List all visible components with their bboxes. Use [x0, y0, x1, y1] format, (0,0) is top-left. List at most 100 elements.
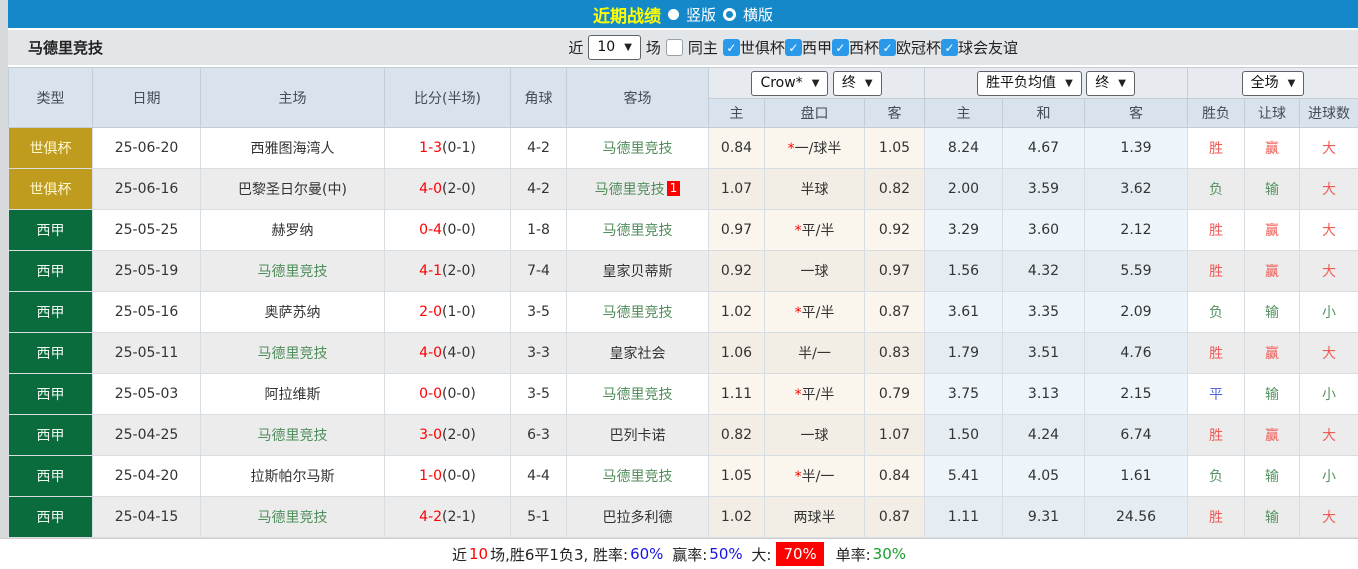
- header-avg-home: 主: [924, 98, 1003, 128]
- match-date: 25-06-16: [92, 168, 201, 210]
- header-score: 比分(半场): [384, 67, 511, 128]
- avg-home-odds: 2.00: [924, 168, 1003, 210]
- fulltime-score: 4-0: [419, 181, 443, 197]
- match-row: 世俱杯 25-06-20 西雅图海湾人 1-3(0-1) 4-2 马德里竞技 0.84 *一/…: [8, 127, 1358, 169]
- match-date: 25-05-11: [92, 332, 201, 374]
- avg-draw-odds: 4.32: [1002, 250, 1085, 292]
- avg-type-select[interactable]: 胜平负均值 ▼: [977, 70, 1082, 96]
- match-result: 胜: [1187, 127, 1245, 169]
- handicap-result: 赢: [1244, 127, 1300, 169]
- handicap-result: 赢: [1244, 414, 1300, 456]
- handicap-away-odds: 1.07: [864, 414, 925, 456]
- radio-horizontal-label[interactable]: 横版: [743, 4, 773, 25]
- match-date: 25-04-15: [92, 496, 201, 538]
- avg-draw-odds: 3.51: [1002, 332, 1085, 374]
- avg-time-select[interactable]: 终 ▼: [1086, 70, 1135, 96]
- home-team: 拉斯帕尔马斯: [200, 455, 385, 497]
- fulltime-score: 4-1: [419, 263, 443, 279]
- score-cell: 3-0(2-0): [384, 414, 511, 456]
- same-home-label: 同主: [687, 39, 718, 57]
- match-row: 西甲 25-05-11 马德里竞技 4-0(4-0) 3-3 皇家社会 1.06 半/一 0.8…: [8, 332, 1358, 374]
- avg-home-odds: 1.79: [924, 332, 1003, 374]
- avg-select-cell: 胜平负均值 ▼ 终 ▼: [924, 67, 1188, 99]
- match-row: 西甲 25-04-15 马德里竞技 4-2(2-1) 5-1 巴拉多利德 1.02 两球半 0.…: [8, 496, 1358, 538]
- competition-item: ✓ 欧冠杯: [878, 37, 941, 58]
- odds-company-select[interactable]: Crow* ▼: [751, 70, 829, 96]
- handicap-home-odds: 0.97: [708, 209, 765, 251]
- fulltime-score: 4-2: [419, 509, 443, 525]
- chevron-down-icon: ▼: [811, 77, 820, 89]
- filter-bar: 马德里竞技 近 10 ▼ 场 同主 ✓ 世俱杯 ✓ 西甲 ✓ 西杯 ✓ 欧冠杯 ✓ 球会友谊: [8, 30, 1358, 65]
- summary-bar: 近 10 场,胜6平1负3, 胜率: 60% 赢率: 50% 大: 70% 单率: 30%: [0, 538, 1358, 569]
- competition-type-badge: 西甲: [8, 496, 93, 538]
- goals-result: 小: [1299, 373, 1358, 415]
- match-row: 西甲 25-05-03 阿拉维斯 0-0(0-0) 3-5 马德里竞技 1.11 *平/半 0.…: [8, 373, 1358, 415]
- match-count-select[interactable]: 10 ▼: [588, 35, 641, 60]
- handicap-away-odds: 0.92: [864, 209, 925, 251]
- competition-type-badge: 世俱杯: [8, 127, 93, 169]
- home-team: 西雅图海湾人: [200, 127, 385, 169]
- radio-horizontal-layout[interactable]: [723, 7, 736, 21]
- home-team: 马德里竞技: [200, 250, 385, 292]
- match-result: 负: [1187, 168, 1245, 210]
- match-date: 25-05-16: [92, 291, 201, 333]
- summary-single-rate: 30%: [872, 545, 906, 563]
- header-goals: 进球数: [1299, 98, 1358, 128]
- competition-checkbox[interactable]: ✓: [722, 39, 740, 56]
- header-odds-home: 主: [708, 98, 765, 128]
- radio-vertical-label[interactable]: 竖版: [686, 4, 716, 25]
- handicap-result: 赢: [1244, 332, 1300, 374]
- competition-checkbox[interactable]: ✓: [878, 39, 896, 56]
- handicap-line: *平/半: [764, 373, 865, 415]
- goals-result: 小: [1299, 455, 1358, 497]
- competition-checkbox-group: ✓ 世俱杯 ✓ 西甲 ✓ 西杯 ✓ 欧冠杯 ✓ 球会友谊: [722, 37, 1018, 58]
- match-row: 西甲 25-04-20 拉斯帕尔马斯 1-0(0-0) 4-4 马德里竞技 1.05 *半/一…: [8, 455, 1358, 497]
- match-row: 西甲 25-05-19 马德里竞技 4-1(2-0) 7-4 皇家贝蒂斯 0.92 一球 0.9…: [8, 250, 1358, 292]
- avg-home-odds: 3.29: [924, 209, 1003, 251]
- handicap-result: 输: [1244, 168, 1300, 210]
- home-team: 马德里竞技: [200, 414, 385, 456]
- same-home-checkbox[interactable]: [665, 39, 683, 56]
- handicap-away-odds: 0.79: [864, 373, 925, 415]
- header-type: 类型: [8, 67, 93, 128]
- competition-label: 世俱杯: [739, 39, 785, 57]
- corners: 7-4: [510, 250, 567, 292]
- handicap-line: *半/一: [764, 455, 865, 497]
- competition-checkbox[interactable]: ✓: [940, 39, 958, 56]
- competition-type-badge: 西甲: [8, 332, 93, 374]
- home-team: 马德里竞技: [200, 332, 385, 374]
- summary-let-rate: 50%: [709, 545, 743, 563]
- avg-draw-odds: 3.35: [1002, 291, 1085, 333]
- competition-label: 西甲: [801, 39, 832, 57]
- handicap-home-odds: 0.92: [708, 250, 765, 292]
- scope-select-cell: 全场 ▼: [1187, 67, 1358, 99]
- scope-value: 全场: [1250, 74, 1279, 91]
- header-avg-draw: 和: [1002, 98, 1085, 128]
- matches-label: 场: [645, 39, 661, 57]
- corners: 4-4: [510, 455, 567, 497]
- avg-draw-odds: 3.60: [1002, 209, 1085, 251]
- competition-checkbox[interactable]: ✓: [784, 39, 802, 56]
- match-date: 25-06-20: [92, 127, 201, 169]
- handicap-home-odds: 1.05: [708, 455, 765, 497]
- competition-type-badge: 西甲: [8, 414, 93, 456]
- avg-draw-odds: 3.13: [1002, 373, 1085, 415]
- avg-draw-odds: 4.05: [1002, 455, 1085, 497]
- halftime-score: (0-0): [442, 468, 476, 484]
- match-result: 负: [1187, 455, 1245, 497]
- competition-item: ✓ 西甲: [784, 37, 832, 58]
- radio-vertical-layout[interactable]: [667, 8, 679, 20]
- handicap-line: 两球半: [764, 496, 865, 538]
- handicap-line: *一/球半: [764, 127, 865, 169]
- corners: 3-3: [510, 332, 567, 374]
- scope-select[interactable]: 全场 ▼: [1241, 70, 1305, 96]
- header-avg-away: 客: [1084, 98, 1188, 128]
- competition-checkbox[interactable]: ✓: [831, 39, 849, 56]
- handicap-away-odds: 0.82: [864, 168, 925, 210]
- corners: 6-3: [510, 414, 567, 456]
- odds-time-select[interactable]: 终 ▼: [832, 70, 882, 96]
- team-name: 马德里竞技: [28, 39, 104, 57]
- competition-label: 西杯: [848, 39, 879, 57]
- chevron-down-icon: ▼: [1287, 77, 1296, 89]
- away-team: 皇家贝蒂斯: [566, 250, 709, 292]
